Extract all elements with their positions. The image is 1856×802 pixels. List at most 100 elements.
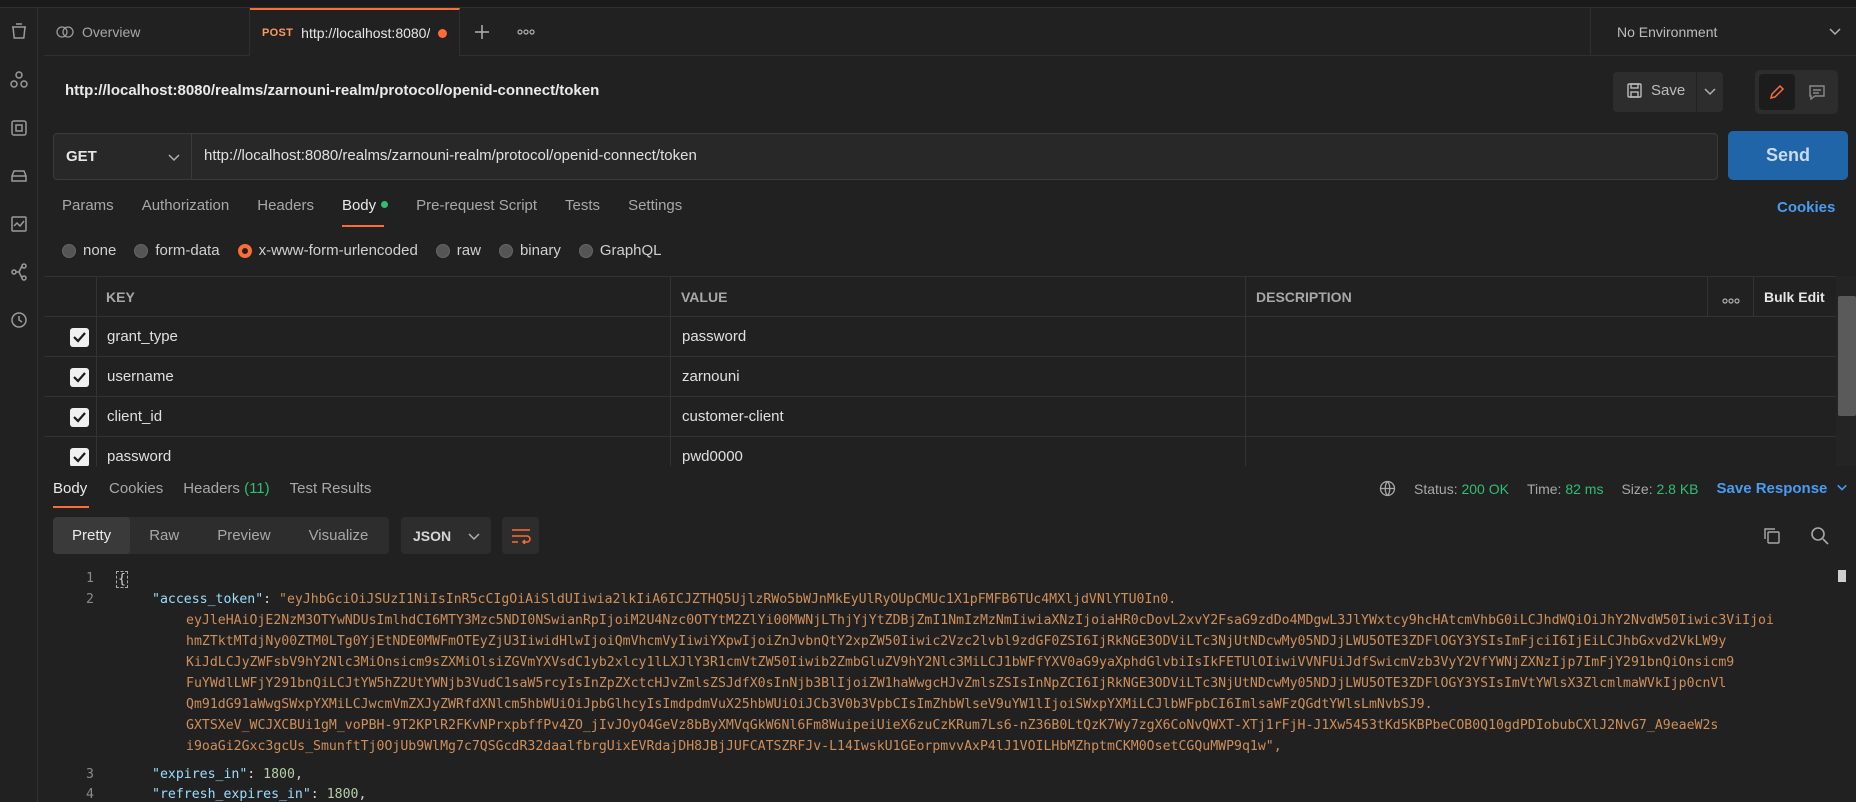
row-value[interactable]: customer-client [682,408,784,425]
save-button[interactable]: Save [1613,72,1723,112]
radio-circle-selected [237,243,252,258]
radio-label: x-www-form-urlencoded [258,242,418,259]
table-row: username zarnouni [44,357,1838,397]
radio-raw[interactable]: raw [435,242,481,259]
tab-params[interactable]: Params [62,197,114,223]
response-tab-test-results[interactable]: Test Results [290,480,372,508]
view-pretty[interactable]: Pretty [53,517,131,554]
collections-icon[interactable] [9,22,29,42]
row-checkbox[interactable] [70,408,89,427]
sidebar-rail [0,8,38,802]
environments-icon[interactable] [9,118,29,138]
row-checkbox[interactable] [70,448,89,466]
radio-circle [578,243,593,258]
flows-icon[interactable] [9,262,29,282]
row-key[interactable]: password [107,448,171,465]
checkmark-icon [73,332,86,343]
copy-icon[interactable] [1762,526,1782,549]
apis-icon[interactable] [9,70,29,90]
tab-post-request[interactable]: POST http://localhost:8080/ [250,8,460,56]
chevron-down-icon [1836,484,1847,491]
chevron-down-icon [1829,28,1841,36]
radio-circle [498,243,513,258]
row-checkbox[interactable] [70,368,89,387]
chevron-down-icon[interactable] [1703,84,1717,98]
monitors-icon[interactable] [9,214,29,234]
request-title[interactable]: http://localhost:8080/realms/zarnouni-re… [65,82,599,99]
response-tab-headers[interactable]: Headers (11) [183,480,269,508]
tab-body[interactable]: Body [342,197,389,223]
radio-x-www-form-urlencoded[interactable]: x-www-form-urlencoded [237,242,418,259]
view-visualize[interactable]: Visualize [290,517,388,554]
url-input[interactable]: http://localhost:8080/realms/zarnouni-re… [204,147,697,164]
table-row: grant_type password [44,317,1838,357]
tab-options-button[interactable] [504,8,548,56]
tab-authorization[interactable]: Authorization [142,197,230,223]
radio-none[interactable]: none [62,242,116,259]
plus-icon [475,25,489,39]
row-key[interactable]: username [107,368,174,385]
send-button[interactable]: Send [1728,131,1848,180]
row-checkbox[interactable] [70,328,89,347]
method-label: GET [66,148,97,165]
bulk-edit-button[interactable]: Bulk Edit [1764,289,1825,305]
comments-button[interactable] [1799,74,1835,110]
tab-settings[interactable]: Settings [628,197,682,223]
json-line-refresh-expires-in: "refresh_expires_in": 1800, [152,787,367,802]
response-tab-cookies[interactable]: Cookies [109,480,163,508]
response-tab-body[interactable]: Body [53,480,89,508]
chevron-down-icon [168,154,180,162]
json-string: GXTSXeV_WCJXCBUi1gM_voPBH-9T2KPlR2FKvNPr… [186,718,1719,733]
json-key: "refresh_expires_in" [152,787,311,802]
method-select[interactable]: GET [54,134,192,179]
history-icon[interactable] [9,310,29,330]
tab-headers[interactable]: Headers [257,197,314,223]
search-icon[interactable] [1810,526,1830,549]
environment-selector[interactable]: No Environment [1590,8,1856,56]
tab-method-label: POST [262,27,294,39]
column-divider [1707,277,1708,317]
save-icon [1627,83,1642,98]
json-string: hmZTktMTdjNy00ZTM0LTg0YjEtNDE0MWFmOTEyZj… [186,634,1727,649]
response-body-code[interactable]: 1 2 3 4 { "access_token": "eyJhbGciOiJSU… [44,568,1856,802]
cookies-link[interactable]: Cookies [1777,199,1835,216]
size-value: 2.8 KB [1656,480,1699,497]
url-bar: GET http://localhost:8080/realms/zarnoun… [53,133,1718,180]
response-tabs: Body Cookies Headers (11) Test Results [53,480,371,508]
row-value[interactable]: password [682,328,746,345]
radio-graphql[interactable]: GraphQL [578,242,662,259]
json-string: i9oaGi2Gxc3gcUs_SmunftTj0OjUb9WlMg7c7QSG… [186,739,1282,754]
wrap-lines-button[interactable] [502,517,539,554]
radio-binary[interactable]: binary [498,242,561,259]
save-response-label: Save Response [1716,480,1828,497]
row-key[interactable]: client_id [107,408,162,425]
response-status: Status: 200 OK Time: 82 ms Size: 2.8 KB … [1379,480,1848,497]
radio-form-data[interactable]: form-data [134,242,220,259]
mock-servers-icon[interactable] [9,166,29,186]
save-response-button[interactable]: Save Response [1717,480,1848,497]
table-options-button[interactable] [1722,291,1740,307]
column-header-value: VALUE [681,289,728,305]
row-value[interactable]: pwd0000 [682,448,743,465]
status-field: Status: 200 OK [1414,481,1509,497]
new-tab-button[interactable] [460,8,504,56]
time-value: 82 ms [1565,480,1604,497]
row-value[interactable]: zarnouni [682,368,740,385]
globe-icon[interactable] [1379,480,1396,497]
view-preview[interactable]: Preview [198,517,289,554]
environment-label: No Environment [1617,23,1718,40]
json-string: eyJleHAiOjE2NzM3OTYwNDUsImlhdCI6MTY3Mzc5… [186,613,1774,628]
radio-circle [62,243,76,258]
code-scrollbar-thumb[interactable] [1838,570,1846,582]
body-active-dot [381,200,389,208]
edit-button[interactable] [1759,74,1795,110]
response-tab-headers-label: Headers [183,480,240,497]
table-scrollbar-thumb[interactable] [1838,296,1856,416]
row-key[interactable]: grant_type [107,328,178,345]
checkmark-icon [73,412,86,423]
view-raw[interactable]: Raw [130,517,198,554]
tab-pre-request-script[interactable]: Pre-request Script [416,197,537,223]
tab-tests[interactable]: Tests [565,197,600,223]
tab-overview[interactable]: Overview [44,8,250,56]
format-select[interactable]: JSON [401,517,491,554]
